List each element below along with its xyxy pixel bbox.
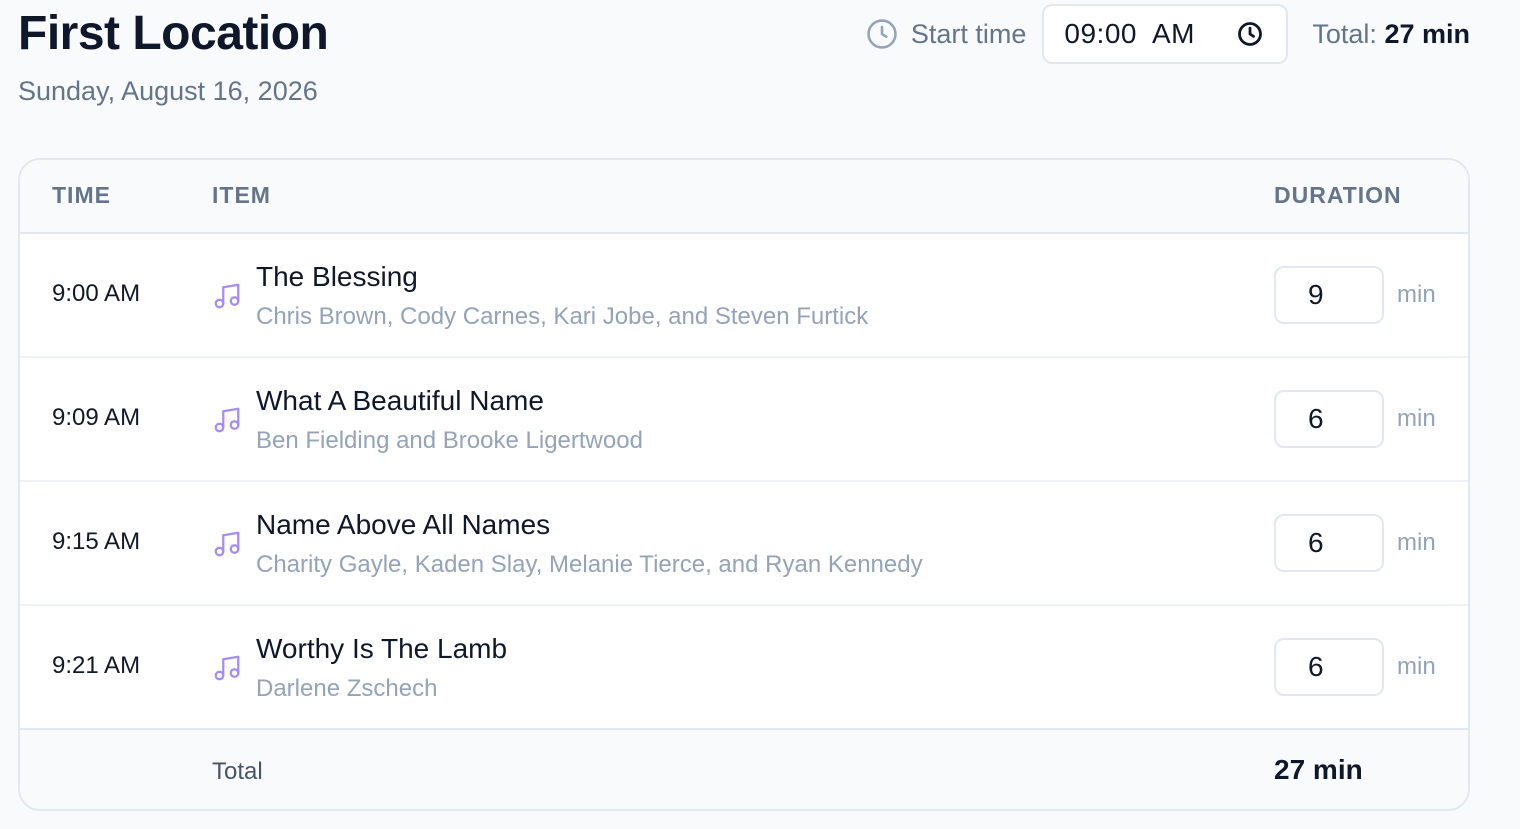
row-time: 9:09 AM (52, 404, 141, 431)
service-date: Sunday, August 16, 2026 (18, 76, 318, 106)
row-time: 9:21 AM (52, 652, 141, 679)
table-header: TIME ITEM DURATION (20, 160, 1468, 234)
row-time: 9:15 AM (52, 528, 141, 555)
row-time: 9:00 AM (52, 280, 141, 307)
footer-total-label: Total (212, 758, 263, 785)
start-time-label: Start time (910, 18, 1027, 49)
music-note-icon (212, 281, 242, 311)
header-total: Total: 27 min (1312, 19, 1470, 50)
song-artist: Darlene Zschech (256, 675, 438, 702)
header-total-value: 27 min (1384, 18, 1470, 49)
service-plan-page: First Location Sunday, August 16, 2026 S… (0, 0, 1520, 829)
song-title[interactable]: Worthy Is The Lamb (256, 632, 507, 666)
clock-icon (865, 17, 899, 51)
time-picker-clock-icon[interactable] (1236, 20, 1264, 48)
start-time-value: 09:00 AM (1064, 18, 1195, 49)
footer-total-value: 27 min (1274, 754, 1363, 785)
column-header-duration: DURATION (1274, 182, 1402, 208)
page-title: First Location (18, 7, 329, 60)
table-row: 9:15 AM Name Above All Names Charity Gay… (20, 482, 1468, 606)
table-row: 9:00 AM The Blessing Chris Brown, Cody C… (20, 234, 1468, 358)
song-artist: Ben Fielding and Brooke Ligertwood (256, 427, 643, 454)
song-artist: Charity Gayle, Kaden Slay, Melanie Tierc… (256, 551, 923, 578)
song-title[interactable]: The Blessing (256, 260, 418, 294)
duration-input[interactable] (1274, 638, 1384, 696)
header-total-label: Total: (1312, 18, 1377, 49)
table-footer: Total 27 min (20, 730, 1468, 809)
song-title[interactable]: What A Beautiful Name (256, 384, 544, 418)
duration-input[interactable] (1274, 390, 1384, 448)
duration-input[interactable] (1274, 266, 1384, 324)
music-note-icon (212, 653, 242, 683)
duration-input[interactable] (1274, 514, 1384, 572)
music-note-icon (212, 405, 242, 435)
duration-unit: min (1397, 529, 1436, 556)
start-time-input[interactable]: 09:00 AM (1042, 4, 1289, 64)
duration-unit: min (1397, 405, 1436, 432)
duration-unit: min (1397, 653, 1436, 680)
column-header-time: TIME (52, 182, 111, 208)
start-time-controls: Start time 09:00 AM Total: 27 min (865, 4, 1470, 64)
music-note-icon (212, 529, 242, 559)
table-row: 9:21 AM Worthy Is The Lamb Darlene Zsche… (20, 606, 1468, 730)
duration-unit: min (1397, 281, 1436, 308)
schedule-table: TIME ITEM DURATION 9:00 AM The Blessing … (18, 158, 1470, 811)
song-artist: Chris Brown, Cody Carnes, Kari Jobe, and… (256, 303, 869, 330)
page-header: First Location Sunday, August 16, 2026 (18, 6, 329, 106)
table-row: 9:09 AM What A Beautiful Name Ben Fieldi… (20, 358, 1468, 482)
column-header-item: ITEM (212, 182, 271, 208)
song-title[interactable]: Name Above All Names (256, 508, 550, 542)
